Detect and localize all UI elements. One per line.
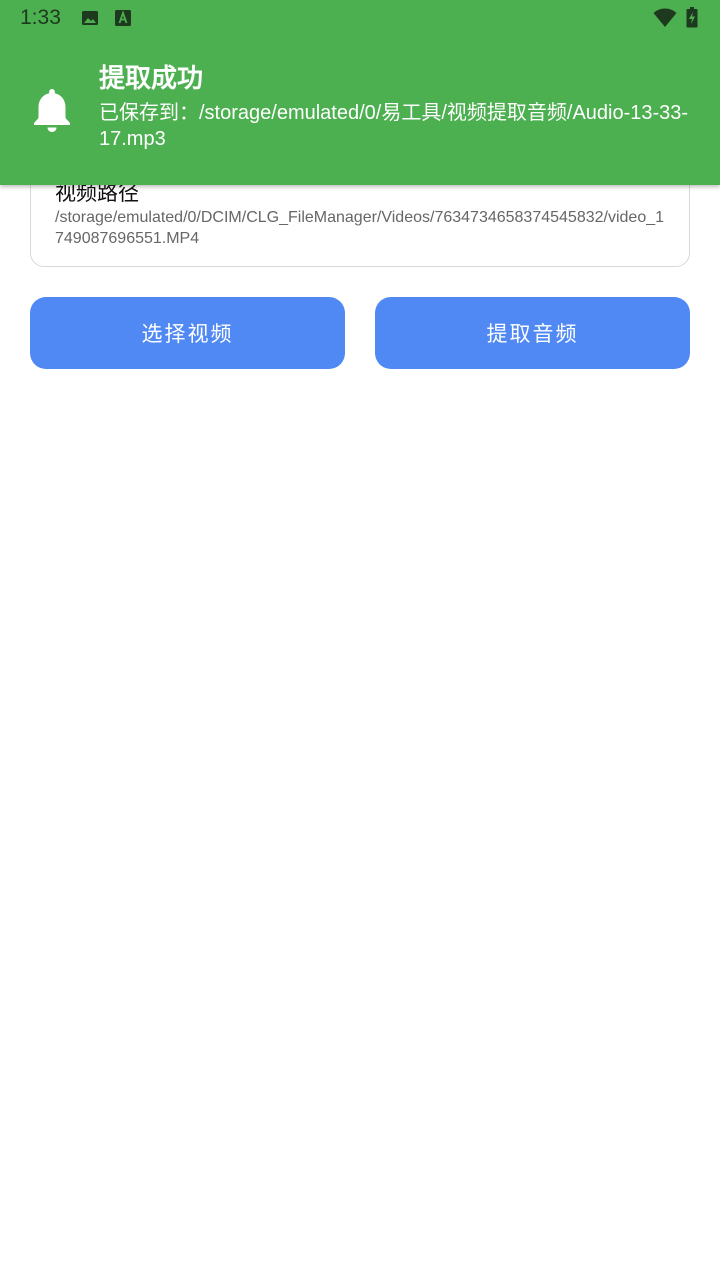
font-download-icon <box>114 9 132 27</box>
wifi-icon <box>653 8 677 28</box>
video-path-value: /storage/emulated/0/DCIM/CLG_FileManager… <box>55 209 665 247</box>
extract-audio-button[interactable]: 提取音频 <box>375 297 690 369</box>
notification-message: 已保存到：/storage/emulated/0/易工具/视频提取音频/Audi… <box>99 102 689 150</box>
select-video-button[interactable]: 选择视频 <box>30 297 345 369</box>
image-icon <box>81 9 99 27</box>
bell-icon <box>31 86 73 134</box>
status-time: 1:33 <box>20 6 61 29</box>
notification-title: 提取成功 <box>99 64 204 94</box>
status-bar: 1:33 <box>0 0 720 36</box>
app-screen: 1:33 提取成功 已保存到：/storage/emulated/0/易工具/视… <box>0 0 720 1280</box>
battery-charging-icon <box>686 7 698 28</box>
